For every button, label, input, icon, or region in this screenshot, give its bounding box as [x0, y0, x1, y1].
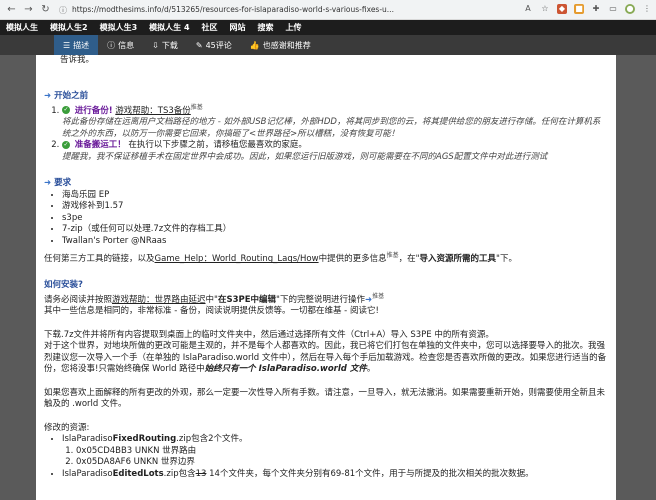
list-item: 游戏修补到1.57	[62, 201, 608, 213]
tab-label: 信息	[118, 40, 135, 50]
nav-item-sims4[interactable]: 模拟人生 4	[143, 22, 195, 33]
section-heading-before: ➜ 开始之前	[44, 90, 89, 101]
ts3-backup-link[interactable]: 游戏帮助：TS3备份	[115, 106, 191, 116]
world-routing-link[interactable]: 游戏帮助：世界路由延迟	[112, 295, 206, 305]
list-item: ✓ 进行备份! 游戏帮助：TS3备份推基 将此备份存储在远离用户文档路径的地方 …	[62, 102, 608, 140]
top-line: 告诉我。	[60, 55, 95, 65]
back-arrow-icon[interactable]: ←	[6, 4, 17, 15]
translate-icon[interactable]: A	[523, 4, 533, 14]
tab-description[interactable]: ☰ 描述	[54, 35, 99, 55]
nav-item-sims1[interactable]: 模拟人生	[0, 22, 44, 33]
tab-label: 下载	[161, 40, 178, 50]
install-para3: 如果您喜欢上面解释的所有更改的外观，那么一定要一次性导入所有手数。请注意，一旦导…	[44, 387, 606, 410]
extension-icon[interactable]: ■	[574, 4, 584, 14]
backup-note: 将此备份存储在远离用户文档路径的地方 - 如外部USB记忆棒，外部HDD，将其同…	[62, 117, 601, 139]
install-para2: 对于这个世界，对地块所做的更改可能是主观的，并不是每个人都喜欢的。因此，我已将它…	[44, 341, 607, 375]
install-para1: 下载.7z文件并将所有内容提取到桌面上的临时文件夹中，然后通过选择所有文件（Ct…	[44, 329, 494, 340]
list-item: IslaParadisoFixedRouting.zip包含2个文件。 0x05…	[62, 434, 608, 469]
tab-comments[interactable]: ✎ 45评论	[187, 35, 241, 55]
sidebar-icon[interactable]: ▭	[608, 4, 618, 14]
avatar[interactable]: ●	[625, 4, 635, 14]
section-heading-requirements: ➜ 要求	[44, 178, 72, 189]
install-line2: 其中一些信息是相同的，非常标准 - 备份，阅读说明提供反馈等。一切都在维基 - …	[44, 306, 379, 317]
browser-toolbar-icons: A ☆ ◆ ■ ✚ ▭ ● ⋮	[523, 4, 652, 14]
url-field[interactable]: https://modthesims.info/d/513265/resourc…	[72, 5, 394, 14]
kebab-menu-icon[interactable]: ⋮	[642, 4, 652, 14]
site-top-nav: 模拟人生 模拟人生2 模拟人生3 模拟人生 4 社区 网站 搜索 上传	[0, 20, 656, 35]
resources-heading: 修改的资源:	[44, 422, 90, 433]
arrow-right-icon: ➜	[44, 178, 52, 189]
list-item: 7-zip（或任何可以处理.7z文件的存档工具）	[62, 224, 608, 236]
routing-lags-link[interactable]: Game_Help：World_Routing_Lags/How	[155, 254, 319, 264]
nav-item-sims3[interactable]: 模拟人生3	[94, 22, 144, 33]
tab-label: 描述	[73, 40, 90, 50]
install-line1: 请务必阅读并按照游戏帮助：世界路由延迟中"在S3PE中编辑"下的完整说明进行操作…	[44, 293, 385, 305]
list-item: s3pe	[62, 213, 608, 225]
tab-thanks[interactable]: 👍 也感谢和推荐	[241, 35, 320, 55]
tab-info[interactable]: ⓘ 信息	[98, 35, 143, 55]
check-icon: ✓	[62, 140, 70, 149]
reload-icon[interactable]: ↻	[40, 4, 51, 15]
forward-arrow-icon[interactable]: →	[23, 4, 34, 15]
nav-item-community[interactable]: 社区	[196, 22, 224, 33]
nav-item-search[interactable]: 搜索	[252, 22, 280, 33]
list-item: 0x05DA8AF6 UNKN 世界边界	[76, 457, 608, 469]
info-icon: ⓘ	[107, 40, 116, 50]
porter-note: 提醒我，我不保证移植手术在固定世界中会成功。因此，如果您运行旧版游戏，则可能需要…	[62, 151, 548, 162]
tab-label: 也感谢和推荐	[262, 40, 311, 50]
list-item: Twallan's Porter @NRaas	[62, 236, 608, 248]
menu-icon: ☰	[63, 40, 71, 50]
list-item: IslaParadisoEditedLots.zip包含13 14个文件夹，每个…	[62, 469, 608, 481]
requirements-list: 海岛乐园 EP 游戏修补到1.57 s3pe 7-zip（或任何可以处理.7z文…	[44, 190, 608, 248]
thumbs-up-icon: 👍	[249, 40, 260, 50]
fixed-routing-files: 0x05CD4BB3 UNKN 世界路由 0x05DA8AF6 UNKN 世界边…	[62, 446, 608, 469]
tab-label: 45评论	[205, 40, 232, 50]
arrow-right-icon: ➜	[44, 90, 52, 101]
tab-download[interactable]: ⇩ 下载	[143, 35, 187, 55]
nav-item-upload[interactable]: 上传	[280, 22, 308, 33]
before-steps: ✓ 进行备份! 游戏帮助：TS3备份推基 将此备份存储在远离用户文档路径的地方 …	[44, 102, 608, 163]
resources-list: IslaParadisoFixedRouting.zip包含2个文件。 0x05…	[44, 434, 608, 480]
nav-item-site[interactable]: 网站	[224, 22, 252, 33]
star-icon[interactable]: ☆	[540, 4, 550, 14]
browser-url-bar: ← → ↻ ⓘ https://modthesims.info/d/513265…	[0, 0, 656, 20]
puzzle-icon[interactable]: ✚	[591, 4, 601, 14]
content-tab-bar: ☰ 描述 ⓘ 信息 ⇩ 下载 ✎ 45评论 👍 也感谢和推荐	[0, 35, 656, 55]
extension-icon[interactable]: ◆	[557, 4, 567, 14]
list-item: ✓ 准备搬运工！ 在执行以下步骤之前，请移植您最喜欢的家庭。 提醒我，我不保证移…	[62, 140, 608, 163]
comment-icon: ✎	[195, 40, 203, 50]
list-item: 海岛乐园 EP	[62, 190, 608, 202]
section-heading-install: 如何安装?	[44, 279, 83, 290]
tools-note: 任何第三方工具的链接，以及Game_Help：World_Routing_Lag…	[44, 252, 517, 265]
check-icon: ✓	[62, 106, 70, 115]
list-item: 0x05CD4BB3 UNKN 世界路由	[76, 446, 608, 458]
site-info-icon[interactable]: ⓘ	[59, 5, 68, 15]
download-icon: ⇩	[152, 40, 159, 50]
description-content: 告诉我。 ➜ 开始之前 ✓ 进行备份! 游戏帮助：TS3备份推基 将此备份存储在…	[36, 55, 616, 500]
nav-item-sims2[interactable]: 模拟人生2	[44, 22, 94, 33]
